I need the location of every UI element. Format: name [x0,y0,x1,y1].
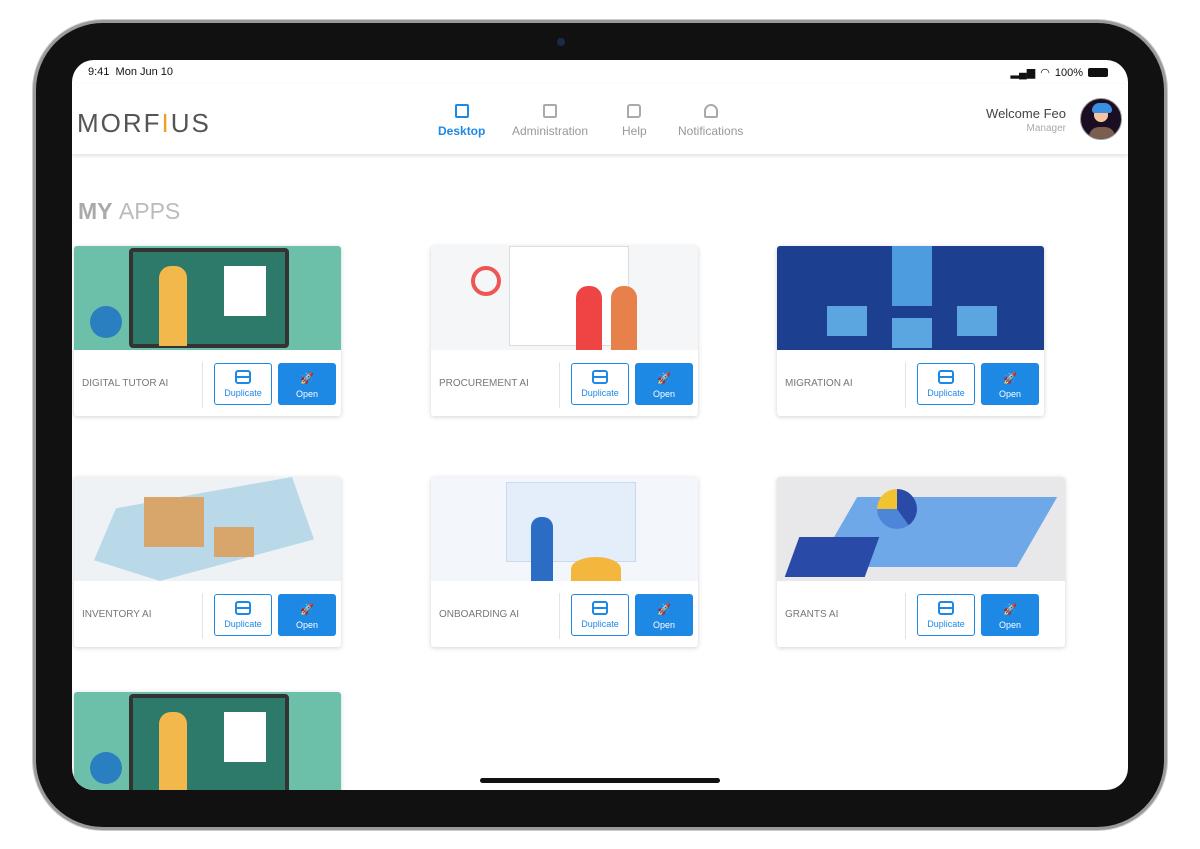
app-thumbnail[interactable] [777,246,1044,350]
nav-label: Notifications [678,124,744,138]
duplicate-icon [938,601,954,615]
app-card: MIGRATION AI Duplicate 🚀 Open [777,246,1044,416]
title-bold: MY [78,198,113,224]
open-label: Open [295,389,319,399]
nav-label: Help [622,124,647,138]
logo[interactable]: MORFIUS [77,108,211,139]
chat-bubble-icon [627,104,642,118]
app-card: GRANTS AI Duplicate 🚀 Open [777,477,1065,647]
app-thumbnail[interactable] [74,246,341,350]
open-label: Open [295,620,319,630]
nav-label: Desktop [438,124,486,138]
wifi-icon: ◠ [1040,67,1050,79]
avatar[interactable] [1080,98,1122,140]
duplicate-icon [938,370,954,384]
app-card: ONBOARDING AI Duplicate 🚀 Open [431,477,698,647]
duplicate-label: Duplicate [224,388,262,398]
open-label: Open [652,389,676,399]
status-bar: 9:41 Mon Jun 10 ▂▄▆ ◠ 100% [72,60,1128,84]
duplicate-label: Duplicate [581,619,619,629]
app-name: ONBOARDING AI [439,609,520,620]
open-button[interactable]: 🚀 Open [635,363,693,405]
app-card: INVENTORY AI Duplicate 🚀 Open [74,477,341,647]
app-card: PROCUREMENT AI Duplicate 🚀 Open [431,246,698,416]
divider [202,362,203,408]
page-title: MY APPS [78,198,180,225]
rocket-icon: 🚀 [300,373,314,385]
app-name: DIGITAL TUTOR AI [82,378,169,389]
app-card-footer: PROCUREMENT AI Duplicate 🚀 Open [431,350,698,416]
rocket-icon: 🚀 [300,604,314,616]
app-card-footer: ONBOARDING AI Duplicate 🚀 Open [431,581,698,647]
divider [559,593,560,639]
duplicate-icon [592,370,608,384]
duplicate-label: Duplicate [581,388,619,398]
app-card-footer: GRANTS AI Duplicate 🚀 Open [777,581,1065,647]
nav-desktop[interactable]: Desktop [438,104,485,138]
signal-icon: ▂▄▆ [1010,67,1036,79]
status-date: Mon Jun 10 [115,66,174,78]
app-thumbnail[interactable] [777,477,1065,581]
nav-administration[interactable]: Administration [512,104,588,138]
battery-percent: 100% [1054,66,1083,79]
duplicate-button[interactable]: Duplicate [214,363,272,405]
app-name: MIGRATION AI [785,378,853,389]
app-card: DIGITAL TUTOR AI Duplicate 🚀 Open [74,246,341,416]
app-thumbnail[interactable] [74,692,341,790]
app-thumbnail[interactable] [431,477,698,581]
duplicate-label: Duplicate [927,619,965,629]
title-rest: APPS [118,198,181,224]
open-button[interactable]: 🚀 Open [981,594,1039,636]
rocket-icon: 🚀 [1003,604,1017,616]
board-icon [543,104,558,118]
open-button[interactable]: 🚀 Open [981,363,1039,405]
app-thumbnail[interactable] [74,477,341,581]
app-header: MORFIUS Desktop Administration Help Noti… [72,84,1128,154]
user-info: Welcome Feo Manager [986,106,1066,134]
duplicate-button[interactable]: Duplicate [917,363,975,405]
app-card [74,692,341,790]
welcome-text: Welcome Feo [986,106,1066,121]
app-card-footer: MIGRATION AI Duplicate 🚀 Open [777,350,1044,416]
rocket-icon: 🚀 [657,373,671,385]
screen: 9:41 Mon Jun 10 ▂▄▆ ◠ 100% MORFIUS Desktop… [72,60,1128,790]
app-thumbnail[interactable] [431,246,698,350]
divider [905,593,906,639]
user-role: Manager [1026,123,1066,134]
app-name: PROCUREMENT AI [439,378,529,389]
divider [202,593,203,639]
duplicate-button[interactable]: Duplicate [214,594,272,636]
rocket-icon: 🚀 [657,604,671,616]
app-name: INVENTORY AI [82,609,152,620]
duplicate-button[interactable]: Duplicate [571,594,629,636]
home-indicator[interactable] [480,778,720,783]
open-label: Open [998,389,1022,399]
app-name: GRANTS AI [785,609,839,620]
app-card-footer: INVENTORY AI Duplicate 🚀 Open [74,581,341,647]
duplicate-icon [235,601,251,615]
nav-notifications[interactable]: Notifications [678,104,743,138]
nav-help[interactable]: Help [622,104,647,138]
duplicate-label: Duplicate [927,388,965,398]
open-label: Open [652,620,676,630]
open-button[interactable]: 🚀 Open [635,594,693,636]
rocket-icon: 🚀 [1003,373,1017,385]
open-button[interactable]: 🚀 Open [278,594,336,636]
duplicate-icon [592,601,608,615]
front-camera [557,38,565,46]
duplicate-icon [235,370,251,384]
duplicate-label: Duplicate [224,619,262,629]
battery-icon [1088,68,1108,77]
divider [559,362,560,408]
divider [905,362,906,408]
bell-icon [703,104,718,118]
open-label: Open [998,620,1022,630]
status-time: 9:41 [88,66,110,78]
duplicate-button[interactable]: Duplicate [571,363,629,405]
grid-icon [454,104,469,118]
app-card-footer: DIGITAL TUTOR AI Duplicate 🚀 Open [74,350,341,416]
duplicate-button[interactable]: Duplicate [917,594,975,636]
open-button[interactable]: 🚀 Open [278,363,336,405]
nav-label: Administration [512,124,589,138]
